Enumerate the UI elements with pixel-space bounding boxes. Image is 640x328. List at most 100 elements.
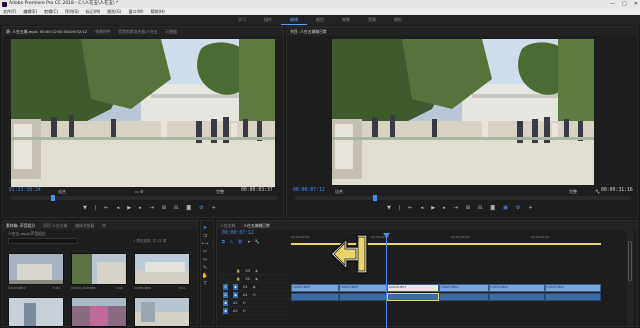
timeline-vertical-scrollbar[interactable] bbox=[627, 231, 633, 326]
hand-tool-icon[interactable]: ✋ bbox=[201, 272, 209, 280]
export-frame-icon[interactable]: ◙ bbox=[186, 205, 191, 211]
add-marker-icon[interactable]: ▾ bbox=[248, 239, 250, 244]
workspace-graphics[interactable]: 图形 bbox=[385, 15, 411, 25]
tab-program[interactable]: 节目: 人在五城城日常 bbox=[290, 27, 327, 36]
tab-source[interactable]: 源: 人在五城.mp4: 00:00:12:00 00:00:52:12 bbox=[6, 27, 87, 36]
play-icon[interactable]: ▶ bbox=[431, 205, 435, 211]
source-patch-a1[interactable]: A bbox=[223, 291, 228, 298]
bin-clip-thumbnail[interactable] bbox=[8, 297, 64, 327]
bin-clip-thumbnail[interactable] bbox=[71, 297, 127, 327]
tab-bin[interactable]: 素材箱: 声音组分 bbox=[6, 221, 35, 230]
lock-icon[interactable]: 🔒 bbox=[236, 277, 240, 281]
audio-clip[interactable] bbox=[291, 293, 339, 301]
pen-tool-icon[interactable]: ✎ bbox=[201, 264, 209, 272]
timeline-playhead[interactable] bbox=[386, 235, 387, 328]
tab-metadata[interactable]: 元数据 bbox=[166, 27, 177, 36]
track-target-a2[interactable]: ▪ bbox=[223, 299, 228, 306]
step-back-icon[interactable]: ◂ bbox=[117, 205, 120, 211]
audio-clip[interactable] bbox=[489, 293, 545, 301]
workspace-editing[interactable]: 编辑 bbox=[281, 15, 307, 25]
workspace-effects[interactable]: 效果 bbox=[333, 15, 359, 25]
tab-media-browser[interactable]: 媒体浏览器 bbox=[75, 221, 94, 230]
eye-icon[interactable]: ◉ bbox=[255, 269, 258, 273]
add-button-icon[interactable]: + bbox=[528, 205, 532, 211]
program-scrubber[interactable] bbox=[295, 195, 631, 201]
source-playhead[interactable] bbox=[51, 195, 55, 201]
close-button[interactable]: ✕ bbox=[634, 0, 638, 8]
tab-effect-controls[interactable]: 效果控件 bbox=[95, 27, 110, 36]
mark-out-icon[interactable]: | bbox=[95, 205, 97, 211]
minimize-button[interactable]: — bbox=[610, 0, 615, 8]
audio-clip-selected[interactable] bbox=[387, 293, 439, 301]
eye-icon[interactable]: ◉ bbox=[253, 285, 256, 289]
program-zoom-select[interactable]: 适合 bbox=[335, 189, 343, 195]
mark-in-icon[interactable]: ▼ bbox=[387, 205, 391, 211]
timeline-clip[interactable]: C0016.MP4 bbox=[339, 284, 387, 292]
source-camera-icon[interactable]: ▭ ⚙ bbox=[135, 189, 144, 194]
menu-sequence[interactable]: 序列(S) bbox=[65, 8, 79, 15]
lift-icon[interactable]: ⊞ bbox=[466, 205, 470, 211]
menu-markers[interactable]: 标记(M) bbox=[86, 8, 101, 15]
extract-icon[interactable]: ⊟ bbox=[478, 205, 482, 211]
comparison-view-icon[interactable]: ▣ bbox=[503, 205, 508, 211]
tab-sequence-2[interactable]: 人在五城城日常 bbox=[243, 221, 270, 230]
track-select-tool-icon[interactable]: ⇉ bbox=[201, 232, 209, 240]
timeline-clip[interactable]: C0001.MP4 bbox=[291, 284, 339, 292]
source-patch-v1[interactable]: V bbox=[223, 283, 228, 290]
go-to-out-icon[interactable]: ⇥ bbox=[150, 205, 154, 211]
mute-icon[interactable]: M bbox=[243, 301, 246, 305]
tab-project[interactable]: 项目:人在五城 bbox=[43, 221, 67, 230]
menu-graphics[interactable]: 图形(G) bbox=[107, 8, 121, 15]
scroll-thumb[interactable] bbox=[628, 241, 632, 281]
menu-clip[interactable]: 剪辑(C) bbox=[44, 8, 58, 15]
export-frame-icon[interactable]: ◙ bbox=[490, 205, 495, 211]
razor-tool-icon[interactable]: ✂ bbox=[201, 248, 209, 256]
source-timecode[interactable]: 01:23:16:24 bbox=[9, 188, 41, 193]
go-to-out-icon[interactable]: ⇥ bbox=[454, 205, 458, 211]
bin-clip-thumbnail[interactable] bbox=[134, 297, 190, 327]
menu-help[interactable]: 帮助(H) bbox=[151, 8, 165, 15]
tab-sequence-1[interactable]: 人在五城 bbox=[220, 221, 235, 230]
source-video-frame[interactable] bbox=[11, 39, 275, 187]
bin-search-input[interactable]: ⌕ bbox=[8, 238, 78, 244]
bin-clip-thumbnail[interactable] bbox=[134, 253, 190, 285]
overwrite-icon[interactable]: ⊟ bbox=[174, 205, 178, 211]
selection-tool-icon[interactable]: ➤ bbox=[201, 224, 209, 232]
menu-window[interactable]: 窗口(W) bbox=[128, 8, 143, 15]
maximize-button[interactable]: □ bbox=[622, 0, 627, 8]
source-quality-select[interactable]: 完整 bbox=[216, 189, 224, 195]
wrench-icon[interactable]: 🔧 bbox=[595, 189, 600, 194]
step-forward-icon[interactable]: ▸ bbox=[443, 205, 446, 211]
workspace-color[interactable]: 颜色 bbox=[307, 15, 333, 25]
bin-clip-thumbnail[interactable] bbox=[71, 253, 127, 285]
program-timecode[interactable]: 00:00:07:12 bbox=[293, 188, 325, 193]
snap-icon[interactable]: ∩ bbox=[230, 239, 233, 244]
audio-clip[interactable] bbox=[545, 293, 601, 301]
menu-file[interactable]: 文件(F) bbox=[3, 8, 16, 15]
settings-icon[interactable]: ⚙ bbox=[516, 205, 520, 211]
workspace-audio[interactable]: 音频 bbox=[359, 15, 385, 25]
timeline-settings-icon[interactable]: 🔧 bbox=[255, 239, 260, 244]
mark-in-icon[interactable]: ▼ bbox=[83, 205, 87, 211]
eye-icon[interactable]: ◉ bbox=[255, 277, 258, 281]
timeline-clip[interactable]: C0024.MP4 bbox=[439, 284, 489, 292]
step-forward-icon[interactable]: ▸ bbox=[139, 205, 142, 211]
timeline-clip[interactable]: C0034.MP4 bbox=[489, 284, 545, 292]
add-button-icon[interactable]: + bbox=[212, 205, 216, 211]
workspace-learn[interactable]: 学习 bbox=[229, 15, 255, 25]
mute-icon[interactable]: M bbox=[243, 309, 246, 313]
source-zoom-select[interactable]: 适合 bbox=[58, 189, 66, 195]
lock-icon[interactable]: 🔒 bbox=[236, 269, 240, 273]
timeline-timecode[interactable]: 00:00:07:12 bbox=[222, 231, 254, 236]
play-icon[interactable]: ▶ bbox=[127, 205, 131, 211]
insert-icon[interactable]: ⊞ bbox=[162, 205, 166, 211]
settings-icon[interactable]: ⚙ bbox=[199, 205, 203, 211]
mute-icon[interactable]: M bbox=[253, 293, 256, 297]
ripple-edit-tool-icon[interactable]: ⟷ bbox=[201, 240, 209, 248]
track-target-v1[interactable]: ▪ bbox=[233, 283, 238, 290]
nest-icon[interactable]: ⧉ bbox=[222, 239, 225, 244]
timeline-clip-selected[interactable]: C0028.MP4 bbox=[387, 284, 439, 292]
linked-selection-icon[interactable]: ⛓ bbox=[238, 239, 243, 244]
go-to-in-icon[interactable]: ⇤ bbox=[409, 205, 413, 211]
program-video-frame[interactable] bbox=[332, 39, 594, 185]
